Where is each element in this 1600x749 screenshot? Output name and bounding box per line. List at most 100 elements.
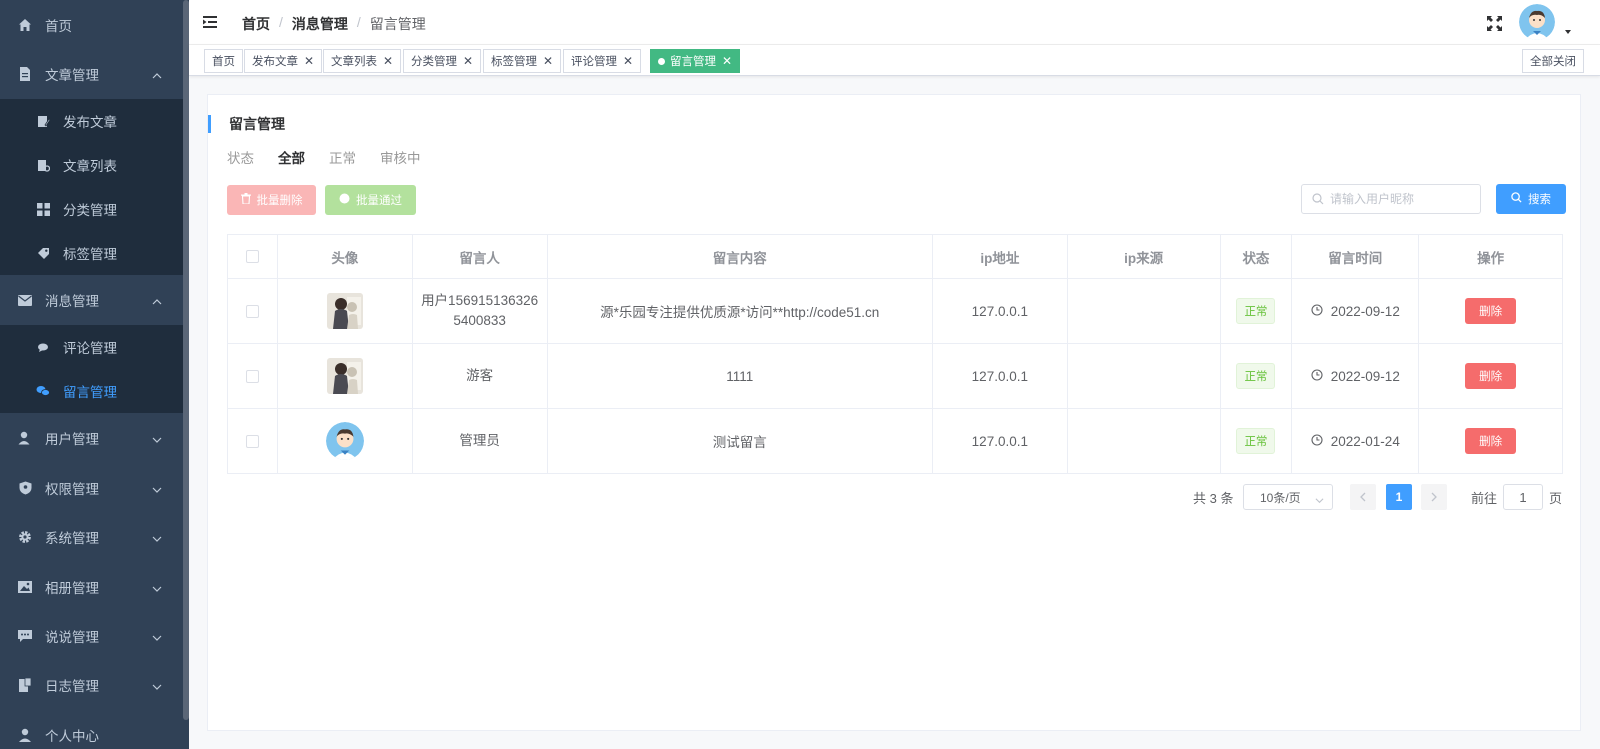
tag-label: 评论管理 [571,56,617,68]
status-option-review[interactable]: 审核中 [380,147,421,167]
chevron-down-icon [152,680,162,690]
close-icon[interactable]: ✕ [722,54,732,68]
status-cell: 正常 [1221,409,1293,473]
sidebar-item-guestbook[interactable]: 留言管理 [0,369,183,413]
sidebar-item-publish-article[interactable]: 发布文章 [0,99,183,143]
sidebar-scrollbar[interactable] [183,0,189,720]
clock-icon [1311,303,1323,319]
action-cell: 删除 [1419,409,1562,473]
picture-icon [18,580,32,594]
row-checkbox[interactable] [245,369,259,383]
name-cell: 管理员 [413,409,548,473]
status-option-all[interactable]: 全部 [278,147,305,167]
caret-down-icon[interactable] [1565,30,1571,34]
main-card: 留言管理 状态 全部 正常 审核中 批量删除 批量通过 搜索 头像 留言人 留言… [207,94,1581,731]
name-cell: 用户1569151363265400833 [413,279,548,343]
search-button[interactable]: 搜索 [1496,184,1566,214]
close-icon[interactable]: ✕ [304,54,314,68]
row-checkbox[interactable] [245,304,259,318]
sidebar-item-talk[interactable]: 说说管理 [0,611,183,661]
breadcrumb-current: 留言管理 [369,16,426,32]
goto-page-input[interactable] [1503,484,1544,510]
sidebar-item-comment[interactable]: 评论管理 [0,325,183,369]
chevron-up-icon [152,295,162,305]
sidebar-item-permission[interactable]: 权限管理 [0,463,183,513]
close-icon[interactable]: ✕ [383,54,393,68]
gear-icon [18,530,32,544]
navbar: 首页 / 消息管理 / 留言管理 [189,0,1600,45]
sidebar-item-log[interactable]: 日志管理 [0,660,183,710]
avatar [326,293,363,329]
fullscreen-icon[interactable] [1486,15,1503,32]
column-header: 操作 [1477,250,1505,266]
action-cell: 删除 [1419,344,1562,408]
chevron-down-icon [152,582,162,592]
sidebar-item-article-list[interactable]: 文章列表 [0,143,183,187]
close-icon[interactable]: ✕ [623,54,633,68]
sidebar-item-album[interactable]: 相册管理 [0,562,183,612]
search-icon [1511,192,1522,206]
content-cell: 测试留言 [548,409,933,473]
tag-category[interactable]: 分类管理 ✕ [403,49,482,73]
batch-delete-button[interactable]: 批量删除 [227,185,316,215]
table-header-row: 头像 留言人 留言内容 ip地址 ip来源 状态 留言时间 操作 [228,235,1562,279]
status-badge: 正常 [1236,363,1276,389]
ip-source-cell [1068,279,1221,343]
sidebar-item-label: 留言管理 [63,385,117,400]
tag-label: 分类管理 [411,56,457,68]
tag-home[interactable]: 首页 [204,49,243,73]
content-cell: 源*乐园专注提供优质源*访问**http://code51.cn [548,279,933,343]
status-badge: 正常 [1236,428,1276,454]
clock-icon [1311,433,1323,449]
sidebar-item-category[interactable]: 分类管理 [0,187,183,231]
batch-pass-button[interactable]: 批量通过 [325,185,416,215]
status-option-normal[interactable]: 正常 [329,147,356,167]
shield-icon [18,481,32,495]
close-icon[interactable]: ✕ [543,54,553,68]
column-header: 留言时间 [1292,235,1420,278]
list-icon [36,158,50,172]
sidebar-item-users[interactable]: 用户管理 [0,413,183,463]
close-icon[interactable]: ✕ [463,54,473,68]
avatar-cell [278,279,413,343]
search-input[interactable] [1330,192,1470,206]
breadcrumb-message[interactable]: 消息管理 [292,14,348,34]
tag-guestbook[interactable]: 留言管理 ✕ [650,49,741,73]
trash-icon [240,193,251,207]
user-avatar[interactable] [1519,4,1555,40]
sidebar-item-home[interactable]: 首页 [0,0,183,50]
tag-tag-manage[interactable]: 标签管理 ✕ [483,49,562,73]
user-icon [18,431,32,445]
row-select-cell [228,344,278,408]
tag-label: 首页 [212,56,235,68]
sidebar-item-article[interactable]: 文章管理 [0,49,183,99]
tag-label: 标签管理 [491,56,537,68]
page-size-select[interactable]: 10条/页 [1243,484,1333,510]
menu-toggle-icon[interactable] [203,15,217,29]
tag-label: 发布文章 [252,56,298,68]
row-checkbox[interactable] [245,434,259,448]
delete-button[interactable]: 删除 [1465,428,1517,454]
delete-button[interactable]: 删除 [1465,298,1517,324]
delete-button[interactable]: 删除 [1465,363,1517,389]
tag-comment[interactable]: 评论管理 ✕ [563,49,642,73]
search-field [1301,184,1481,214]
sidebar-item-label: 文章列表 [63,159,117,174]
page-number-current[interactable]: 1 [1386,484,1412,510]
close-all-button[interactable]: 全部关闭 [1522,49,1584,73]
select-all-checkbox[interactable] [245,250,259,263]
tag-article-list[interactable]: 文章列表 ✕ [323,49,402,73]
sidebar-item-message[interactable]: 消息管理 [0,275,183,325]
sidebar-item-label: 发布文章 [63,115,117,130]
sidebar-item-label: 个人中心 [45,729,99,744]
sidebar-item-profile[interactable]: 个人中心 [0,710,183,749]
status-filter: 状态 全部 正常 审核中 [227,147,445,167]
status-cell: 正常 [1221,344,1293,408]
tag-publish-article[interactable]: 发布文章 ✕ [244,49,323,73]
next-page-button[interactable] [1421,484,1447,510]
sidebar-item-system[interactable]: 系统管理 [0,512,183,562]
breadcrumb-home[interactable]: 首页 [242,14,270,34]
select-all-cell [228,235,278,278]
sidebar-item-tag[interactable]: 标签管理 [0,231,183,275]
prev-page-button[interactable] [1350,484,1376,510]
